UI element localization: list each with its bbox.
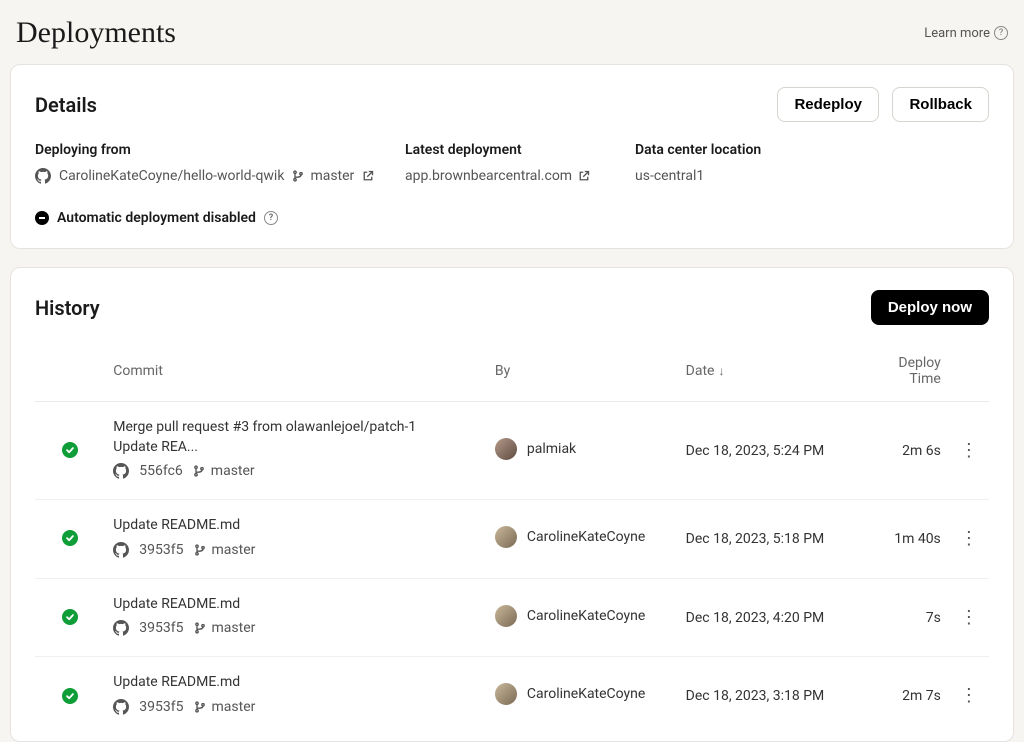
deploy-duration: 7s xyxy=(858,578,948,657)
commit-sha[interactable]: 3953f5 xyxy=(139,699,183,715)
commit-branch: master xyxy=(212,542,256,558)
external-link-icon[interactable] xyxy=(578,170,590,182)
deploy-date: Dec 18, 2023, 3:18 PM xyxy=(678,657,859,735)
history-title: History xyxy=(35,296,100,320)
learn-more-label: Learn more xyxy=(924,26,990,41)
details-card: Details Redeploy Rollback Deploying from… xyxy=(10,64,1014,249)
author-name[interactable]: CarolineKateCoyne xyxy=(527,529,645,545)
commit-sha[interactable]: 556fc6 xyxy=(139,463,183,479)
deploy-duration: 1m 40s xyxy=(858,500,948,579)
deploy-date: Dec 18, 2023, 5:24 PM xyxy=(678,402,859,500)
branch-icon xyxy=(194,701,206,713)
col-by[interactable]: By xyxy=(487,345,678,402)
github-icon xyxy=(113,463,129,479)
rollback-button[interactable]: Rollback xyxy=(892,87,989,122)
repo-branch: master xyxy=(310,168,354,184)
branch-icon xyxy=(193,465,205,477)
repo-name[interactable]: CarolineKateCoyne/hello-world-qwik xyxy=(59,168,284,184)
avatar xyxy=(495,683,517,705)
status-success-icon xyxy=(62,442,78,458)
deploy-date: Dec 18, 2023, 4:20 PM xyxy=(678,578,859,657)
row-menu-button[interactable]: ⋮ xyxy=(960,685,978,706)
deploy-duration: 2m 6s xyxy=(858,402,948,500)
commit-sha[interactable]: 3953f5 xyxy=(139,542,183,558)
details-title: Details xyxy=(35,93,97,117)
avatar xyxy=(495,605,517,627)
learn-more-link[interactable]: Learn more ? xyxy=(924,26,1008,41)
github-icon xyxy=(113,620,129,636)
commit-branch: master xyxy=(212,620,256,636)
author-name[interactable]: CarolineKateCoyne xyxy=(527,686,645,702)
col-commit[interactable]: Commit xyxy=(105,345,487,402)
row-menu-button[interactable]: ⋮ xyxy=(960,607,978,628)
col-deploy-time[interactable]: Deploy Time xyxy=(858,345,948,402)
commit-sha[interactable]: 3953f5 xyxy=(139,620,183,636)
branch-icon xyxy=(194,622,206,634)
table-row: Update README.md 3953f5 master CarolineK… xyxy=(35,657,989,735)
deploying-from-label: Deploying from xyxy=(35,142,395,158)
data-center-value: us-central1 xyxy=(635,168,704,184)
history-table: Commit By Date↓ Deploy Time Merge pull r… xyxy=(35,345,989,735)
col-menu xyxy=(949,345,989,402)
history-card: History Deploy now Commit By Date↓ Deplo… xyxy=(10,267,1014,742)
latest-deployment-url[interactable]: app.brownbearcentral.com xyxy=(405,168,572,184)
status-success-icon xyxy=(62,688,78,704)
col-status xyxy=(35,345,105,402)
deploy-date: Dec 18, 2023, 5:18 PM xyxy=(678,500,859,579)
redeploy-button[interactable]: Redeploy xyxy=(777,87,879,122)
github-icon xyxy=(35,168,51,184)
branch-icon xyxy=(292,170,304,182)
page-title: Deployments xyxy=(16,16,176,50)
row-menu-button[interactable]: ⋮ xyxy=(960,440,978,461)
status-success-icon xyxy=(62,530,78,546)
avatar xyxy=(495,526,517,548)
external-link-icon[interactable] xyxy=(362,170,374,182)
commit-message[interactable]: Update README.md xyxy=(113,673,453,693)
branch-icon xyxy=(194,544,206,556)
table-row: Merge pull request #3 from olawanlejoel/… xyxy=(35,402,989,500)
commit-message[interactable]: Update README.md xyxy=(113,516,453,536)
pause-icon xyxy=(35,211,49,225)
commit-message[interactable]: Update README.md xyxy=(113,595,453,615)
author-name[interactable]: palmiak xyxy=(527,441,576,457)
latest-deployment-label: Latest deployment xyxy=(405,142,625,158)
author-name[interactable]: CarolineKateCoyne xyxy=(527,608,645,624)
commit-branch: master xyxy=(212,699,256,715)
row-menu-button[interactable]: ⋮ xyxy=(960,528,978,549)
col-date-label: Date xyxy=(686,363,715,379)
auto-deploy-status: Automatic deployment disabled xyxy=(57,210,256,226)
commit-branch: master xyxy=(211,463,255,479)
help-icon: ? xyxy=(994,26,1008,40)
sort-desc-icon: ↓ xyxy=(718,364,724,378)
avatar xyxy=(495,438,517,460)
data-center-label: Data center location xyxy=(635,142,989,158)
github-icon xyxy=(113,542,129,558)
table-row: Update README.md 3953f5 master CarolineK… xyxy=(35,578,989,657)
deploy-now-button[interactable]: Deploy now xyxy=(871,290,989,325)
github-icon xyxy=(113,699,129,715)
deploy-duration: 2m 7s xyxy=(858,657,948,735)
table-row: Update README.md 3953f5 master CarolineK… xyxy=(35,500,989,579)
help-icon[interactable]: ? xyxy=(264,211,278,225)
status-success-icon xyxy=(62,609,78,625)
col-date[interactable]: Date↓ xyxy=(678,345,859,402)
commit-message[interactable]: Merge pull request #3 from olawanlejoel/… xyxy=(113,418,453,457)
